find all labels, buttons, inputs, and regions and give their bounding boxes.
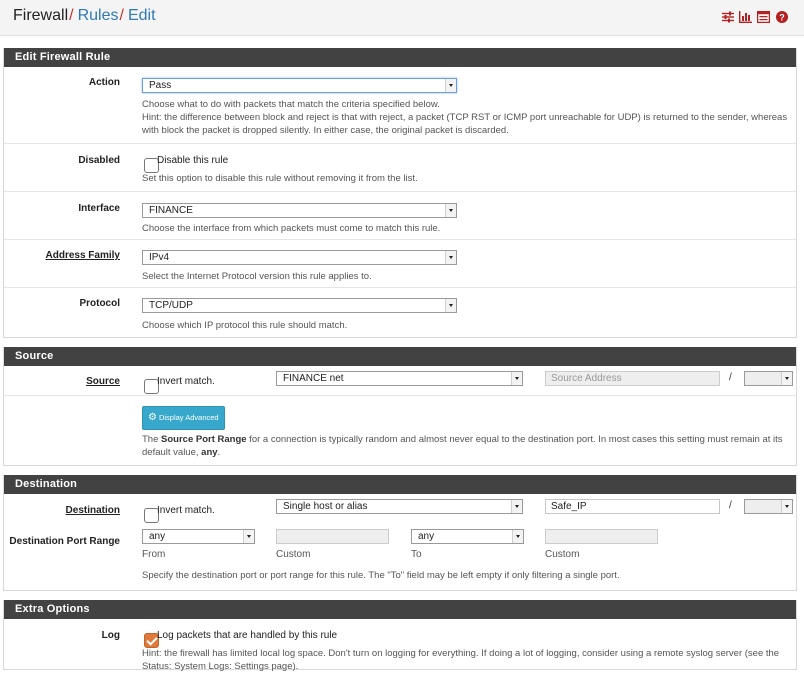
disabled-help: Set this option to disable this rule wit…: [142, 173, 418, 184]
protocol-row: Protocol TCP/UDP Choose which IP protoco…: [4, 287, 796, 337]
chevron-down-icon: [243, 530, 254, 543]
chevron-down-icon: [445, 204, 456, 217]
action-help: Choose what to do with packets that matc…: [142, 99, 788, 136]
panel-heading: Destination: [4, 475, 796, 494]
chevron-down-icon: [511, 372, 522, 385]
to-port-select[interactable]: any: [411, 529, 524, 544]
destination-address-input[interactable]: Safe_IP: [545, 499, 720, 514]
to-custom-input[interactable]: [545, 529, 658, 544]
gear-icon: ⚙: [148, 412, 157, 423]
source-port-help: The Source Port Range for a connection i…: [142, 434, 783, 458]
destination-mask-select[interactable]: [744, 499, 793, 514]
action-label: Action: [88, 77, 120, 88]
to-label: To: [411, 549, 422, 560]
protocol-select[interactable]: TCP/UDP: [142, 298, 457, 313]
source-invert-text: Invert match.: [157, 376, 215, 387]
destination-invert-text: Invert match.: [157, 505, 215, 516]
log-row: Log Log packets that are handled by this…: [4, 619, 796, 672]
chevron-down-icon: [781, 500, 792, 513]
disabled-label: Disabled: [78, 155, 120, 166]
from-label: From: [142, 549, 166, 560]
address-family-select[interactable]: IPv4: [142, 250, 457, 265]
from-port-select[interactable]: any: [142, 529, 255, 544]
action-select[interactable]: Pass: [142, 78, 457, 93]
chevron-down-icon: [781, 372, 792, 385]
address-family-label[interactable]: Address Family: [46, 250, 120, 261]
chevron-down-icon: [445, 251, 456, 264]
to-custom-label: Custom: [545, 549, 580, 560]
interface-row: Interface FINANCE Choose the interface f…: [4, 191, 796, 239]
destination-type-select[interactable]: Single host or alias: [276, 499, 523, 514]
from-custom-label: Custom: [276, 549, 311, 560]
panel-heading: Edit Firewall Rule: [4, 48, 796, 67]
svg-text:?: ?: [779, 12, 785, 22]
log-label: Log: [101, 630, 120, 641]
log-hint: Hint: the firewall has limited local log…: [142, 648, 780, 672]
breadcrumb-rules-link[interactable]: Rules: [78, 7, 119, 24]
panel-heading: Source: [4, 347, 796, 366]
interface-help: Choose the interface from which packets …: [142, 223, 441, 234]
address-family-row: Address Family IPv4 Select the Internet …: [4, 239, 796, 287]
edit-rule-panel: Edit Firewall Rule Action Pass Choose wh…: [3, 48, 797, 338]
destination-panel: Destination Destination Invert match. Si…: [3, 475, 797, 591]
source-row: Source Invert match. FINANCE net Source …: [4, 366, 796, 395]
destination-port-help: Specify the destination port or port ran…: [142, 570, 620, 581]
interface-select[interactable]: FINANCE: [142, 203, 457, 218]
interface-label: Interface: [78, 203, 120, 214]
source-slash: /: [729, 372, 732, 383]
destination-row: Destination Invert match. Single host or…: [4, 494, 796, 523]
breadcrumb-edit-link[interactable]: Edit: [128, 7, 156, 24]
bar-chart-icon[interactable]: [739, 10, 752, 23]
chevron-down-icon: [445, 79, 456, 92]
display-advanced-button[interactable]: ⚙ Display Advanced: [142, 406, 225, 430]
panel-heading: Extra Options: [4, 600, 796, 619]
address-family-help: Select the Internet Protocol version thi…: [142, 271, 372, 282]
breadcrumb-firewall: Firewall: [13, 7, 69, 24]
destination-port-row: Destination Port Range any From Custom a…: [4, 523, 796, 589]
breadcrumb: Firewall/Rules/Edit: [13, 7, 156, 24]
protocol-help: Choose which IP protocol this rule shoul…: [142, 320, 348, 331]
sliders-icon[interactable]: [721, 10, 734, 23]
chevron-down-icon: [445, 299, 456, 312]
destination-slash: /: [729, 500, 732, 511]
source-label[interactable]: Source: [86, 376, 120, 387]
destination-port-range-label: Destination Port Range: [9, 536, 120, 547]
list-icon[interactable]: [757, 10, 770, 23]
chevron-down-icon: [512, 530, 523, 543]
source-panel: Source Source Invert match. FINANCE net …: [3, 347, 797, 466]
source-mask-select[interactable]: [744, 371, 793, 386]
destination-label[interactable]: Destination: [66, 505, 120, 516]
source-type-select[interactable]: FINANCE net: [276, 371, 523, 386]
disable-rule-text: Disable this rule: [157, 155, 229, 166]
header-icons: ?: [721, 10, 788, 23]
disabled-row: Disabled Disable this rule Set this opti…: [4, 143, 796, 191]
source-advanced-row: ⚙ Display Advanced The Source Port Range …: [4, 395, 796, 466]
chevron-down-icon: [511, 500, 522, 513]
action-row: Action Pass Choose what to do with packe…: [4, 67, 796, 143]
protocol-label: Protocol: [79, 298, 120, 309]
top-bar: Firewall/Rules/Edit ?: [0, 0, 804, 36]
log-checkbox-text: Log packets that are handled by this rul…: [157, 630, 338, 641]
from-custom-input[interactable]: [276, 529, 389, 544]
source-address-input[interactable]: Source Address: [545, 371, 720, 386]
extra-options-panel: Extra Options Log Log packets that are h…: [3, 600, 797, 672]
help-icon[interactable]: ?: [775, 10, 788, 23]
